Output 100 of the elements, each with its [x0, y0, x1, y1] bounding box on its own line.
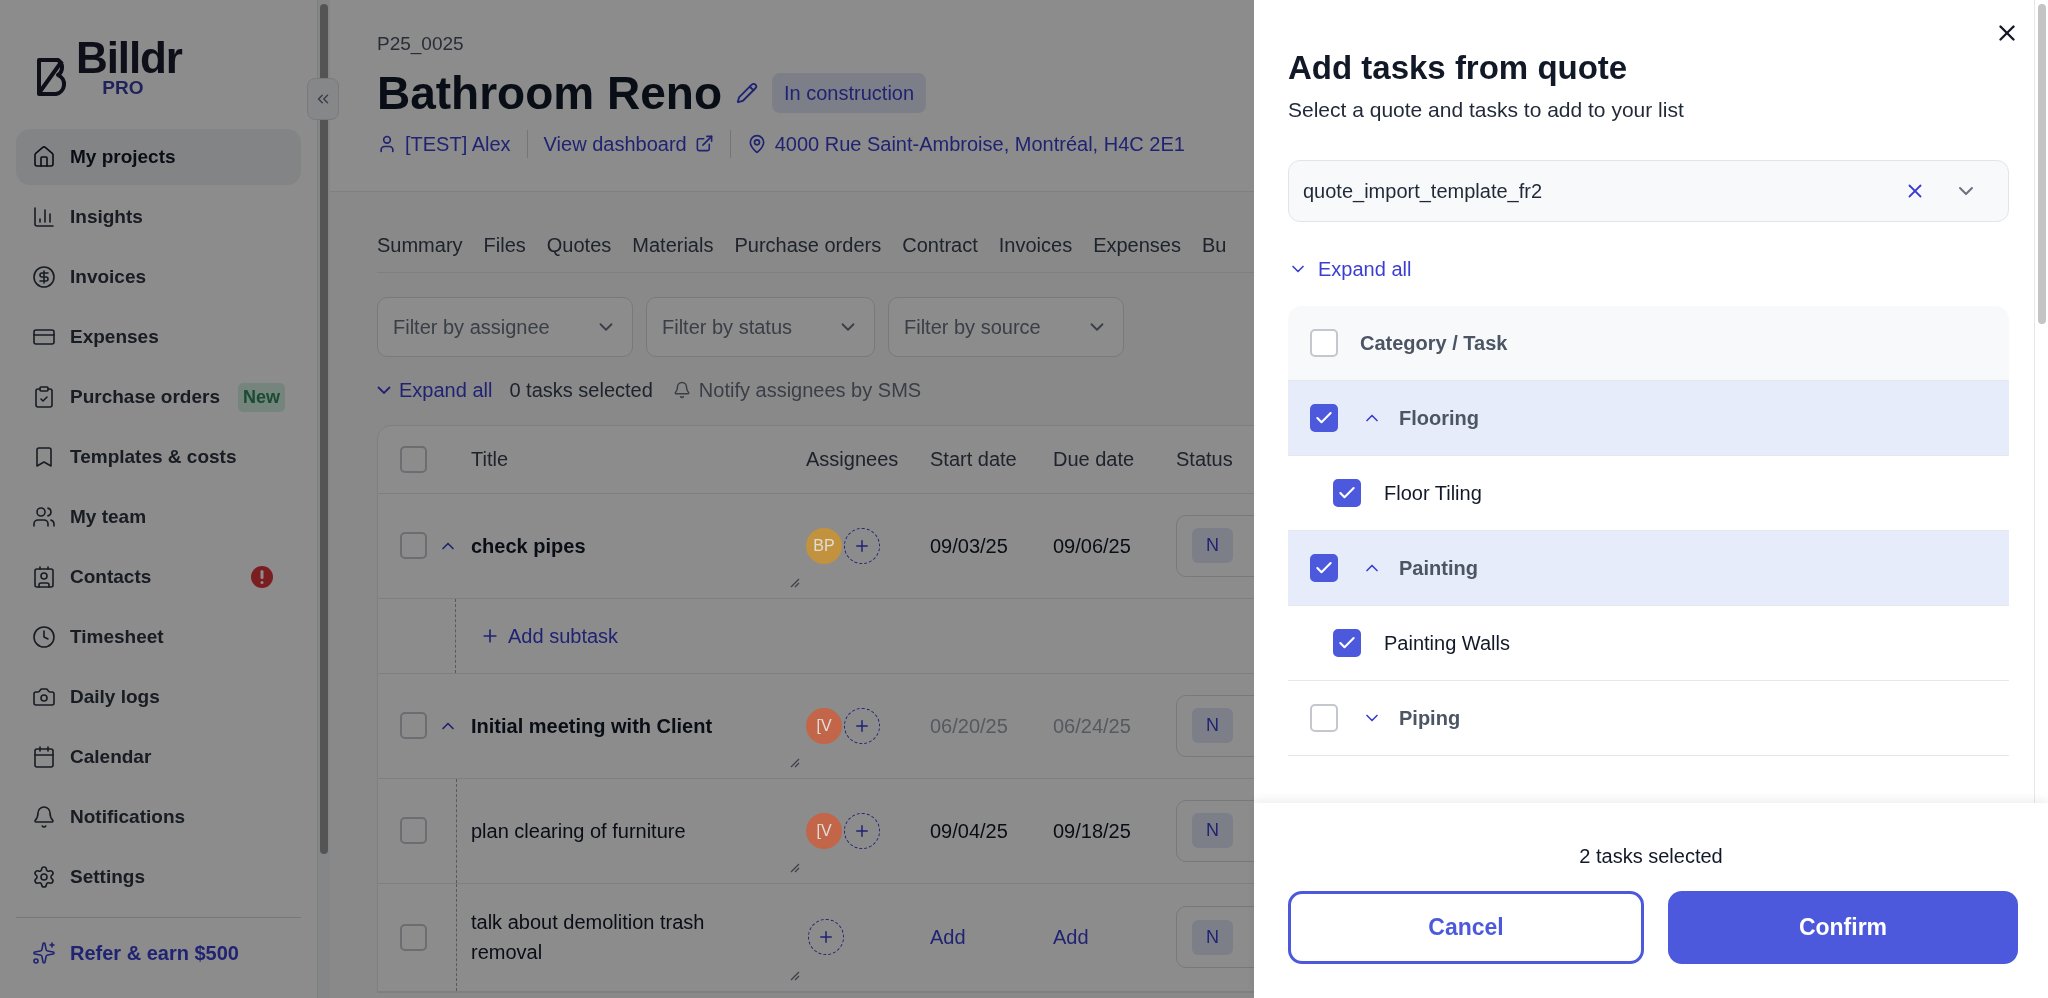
home-icon	[32, 145, 56, 169]
logo-text: Billdr	[76, 38, 182, 78]
chevron-down-icon	[377, 385, 391, 394]
tab[interactable]: Expenses	[1093, 229, 1181, 260]
checkbox[interactable]	[400, 445, 427, 473]
clipboard-icon	[32, 385, 56, 409]
project-code: P25_0025	[377, 32, 465, 57]
project-title: Bathroom Reno	[377, 65, 722, 121]
plan-label: PRO	[102, 78, 144, 97]
column-header: Assignees	[806, 447, 900, 472]
category-name: Painting	[1399, 555, 1478, 581]
resize-handle-icon	[790, 970, 800, 981]
external-link-icon	[694, 134, 714, 153]
tab[interactable]: Quotes	[546, 229, 612, 260]
resize-handle-icon	[790, 577, 800, 588]
tab[interactable]: Bu	[1202, 229, 1227, 260]
referral-link[interactable]: Refer & earn $500	[16, 928, 301, 978]
checkbox[interactable]	[400, 817, 427, 844]
task-name: Painting Walls	[1384, 630, 1510, 656]
tab[interactable]: Invoices	[998, 229, 1073, 260]
column-header: Start date	[930, 447, 1018, 472]
nav-item[interactable]: Templates & costs	[16, 429, 301, 485]
tab[interactable]: Files	[483, 229, 526, 260]
nav-item[interactable]: Calendar	[16, 729, 301, 785]
dollar-icon	[32, 265, 56, 289]
selection-count: 2 tasks selected	[1579, 844, 1723, 869]
nav-item[interactable]: Daily logs	[16, 669, 301, 725]
nav-item[interactable]: My team	[16, 489, 301, 545]
add-due-date-link[interactable]: Add	[1053, 922, 1176, 952]
column-header: Category / Task	[1360, 330, 1508, 356]
status-badge: In construction	[772, 72, 927, 113]
filter-dropdown[interactable]: Filter by source	[888, 296, 1124, 357]
category-row[interactable]: Painting	[1288, 530, 2009, 606]
add-start-date-link[interactable]: Add	[930, 922, 1053, 952]
checkbox[interactable]	[400, 712, 427, 739]
filter-dropdown[interactable]: Filter by status	[646, 296, 875, 357]
assignee-avatar: [V	[806, 707, 842, 744]
checkbox[interactable]	[1333, 628, 1361, 657]
selection-count: 0 tasks selected	[509, 377, 653, 403]
nav-item[interactable]: Notifications	[16, 789, 301, 845]
task-title[interactable]: plan clearing of furniture	[471, 815, 741, 846]
expand-all-link[interactable]: Expand all	[377, 374, 493, 405]
due-date[interactable]: 09/06/25	[1053, 530, 1176, 561]
start-date[interactable]: 09/03/25	[930, 530, 1053, 561]
users-icon	[32, 505, 56, 529]
add-subtask-link[interactable]: Add subtask	[480, 620, 619, 651]
filter-dropdown[interactable]: Filter by assignee	[377, 296, 633, 357]
clock-icon	[32, 625, 56, 649]
nav-item[interactable]: Contacts	[16, 549, 301, 605]
tab[interactable]: Contract	[902, 229, 978, 260]
address-link[interactable]: 4000 Rue Saint-Ambroise, Montréal, H4C 2E1	[774, 128, 1185, 159]
nav-item[interactable]: Settings	[16, 849, 301, 905]
task-title[interactable]: Initial meeting with Client	[471, 710, 741, 741]
category-name: Flooring	[1399, 405, 1479, 431]
nav-item[interactable]: Invoices	[16, 249, 301, 305]
tab[interactable]: Purchase orders	[734, 229, 882, 260]
checkbox[interactable]	[400, 532, 427, 559]
checkbox[interactable]	[1310, 328, 1338, 357]
dashboard-link[interactable]: View dashboard	[543, 128, 687, 159]
drawer-title: Add tasks from quote	[1288, 48, 1629, 88]
scrollbar-thumb[interactable]	[2037, 4, 2046, 324]
owner-link[interactable]: [TEST] Alex	[405, 128, 511, 159]
nav-item[interactable]: My projects	[16, 129, 301, 185]
start-date[interactable]: 09/04/25	[930, 815, 1053, 846]
confirm-button[interactable]: Confirm	[1668, 891, 2018, 964]
calendar-icon	[32, 745, 56, 769]
quote-select[interactable]: quote_import_template_fr2	[1288, 159, 2009, 222]
bar-chart-icon	[32, 205, 56, 229]
nav-item[interactable]: Timesheet	[16, 609, 301, 665]
backdrop-overlay[interactable]	[0, 0, 1254, 998]
nav-item[interactable]: Insights	[16, 189, 301, 245]
category-row[interactable]: Flooring	[1288, 380, 2009, 456]
category-name: Piping	[1399, 705, 1461, 731]
new-badge: New	[238, 382, 285, 412]
bell-icon	[672, 380, 691, 399]
nav-item[interactable]: Purchase orders New	[16, 369, 301, 425]
camera-icon	[32, 685, 56, 709]
notify-sms-toggle[interactable]: Notify assignees by SMS	[672, 374, 922, 405]
collapse-button[interactable]	[307, 78, 339, 120]
checkbox[interactable]	[1310, 553, 1338, 582]
checkbox[interactable]	[1310, 403, 1338, 432]
checkbox[interactable]	[1310, 703, 1338, 732]
tab[interactable]: Materials	[632, 229, 714, 260]
plus-icon	[817, 928, 835, 946]
expand-all-link[interactable]: Expand all	[1288, 253, 1412, 284]
task-title[interactable]: check pipes	[471, 530, 741, 561]
scrollbar-thumb[interactable]	[320, 4, 328, 854]
due-date[interactable]: 09/18/25	[1053, 815, 1176, 846]
assignee-avatar: [V	[806, 812, 842, 849]
cancel-button[interactable]: Cancel	[1288, 891, 1644, 964]
tab[interactable]: Summary	[377, 229, 463, 260]
drawer-subtitle: Select a quote and tasks to add to your list	[1288, 97, 1685, 123]
contact-card-icon	[32, 565, 56, 589]
column-header: Title	[470, 447, 510, 472]
checkbox[interactable]	[1333, 478, 1361, 507]
nav-item[interactable]: Expenses	[16, 309, 301, 365]
task-title[interactable]: talk about demolition trash removal	[471, 907, 741, 967]
edit-icon[interactable]	[736, 81, 758, 104]
checkbox[interactable]	[400, 923, 427, 951]
resize-handle-icon	[790, 862, 800, 873]
